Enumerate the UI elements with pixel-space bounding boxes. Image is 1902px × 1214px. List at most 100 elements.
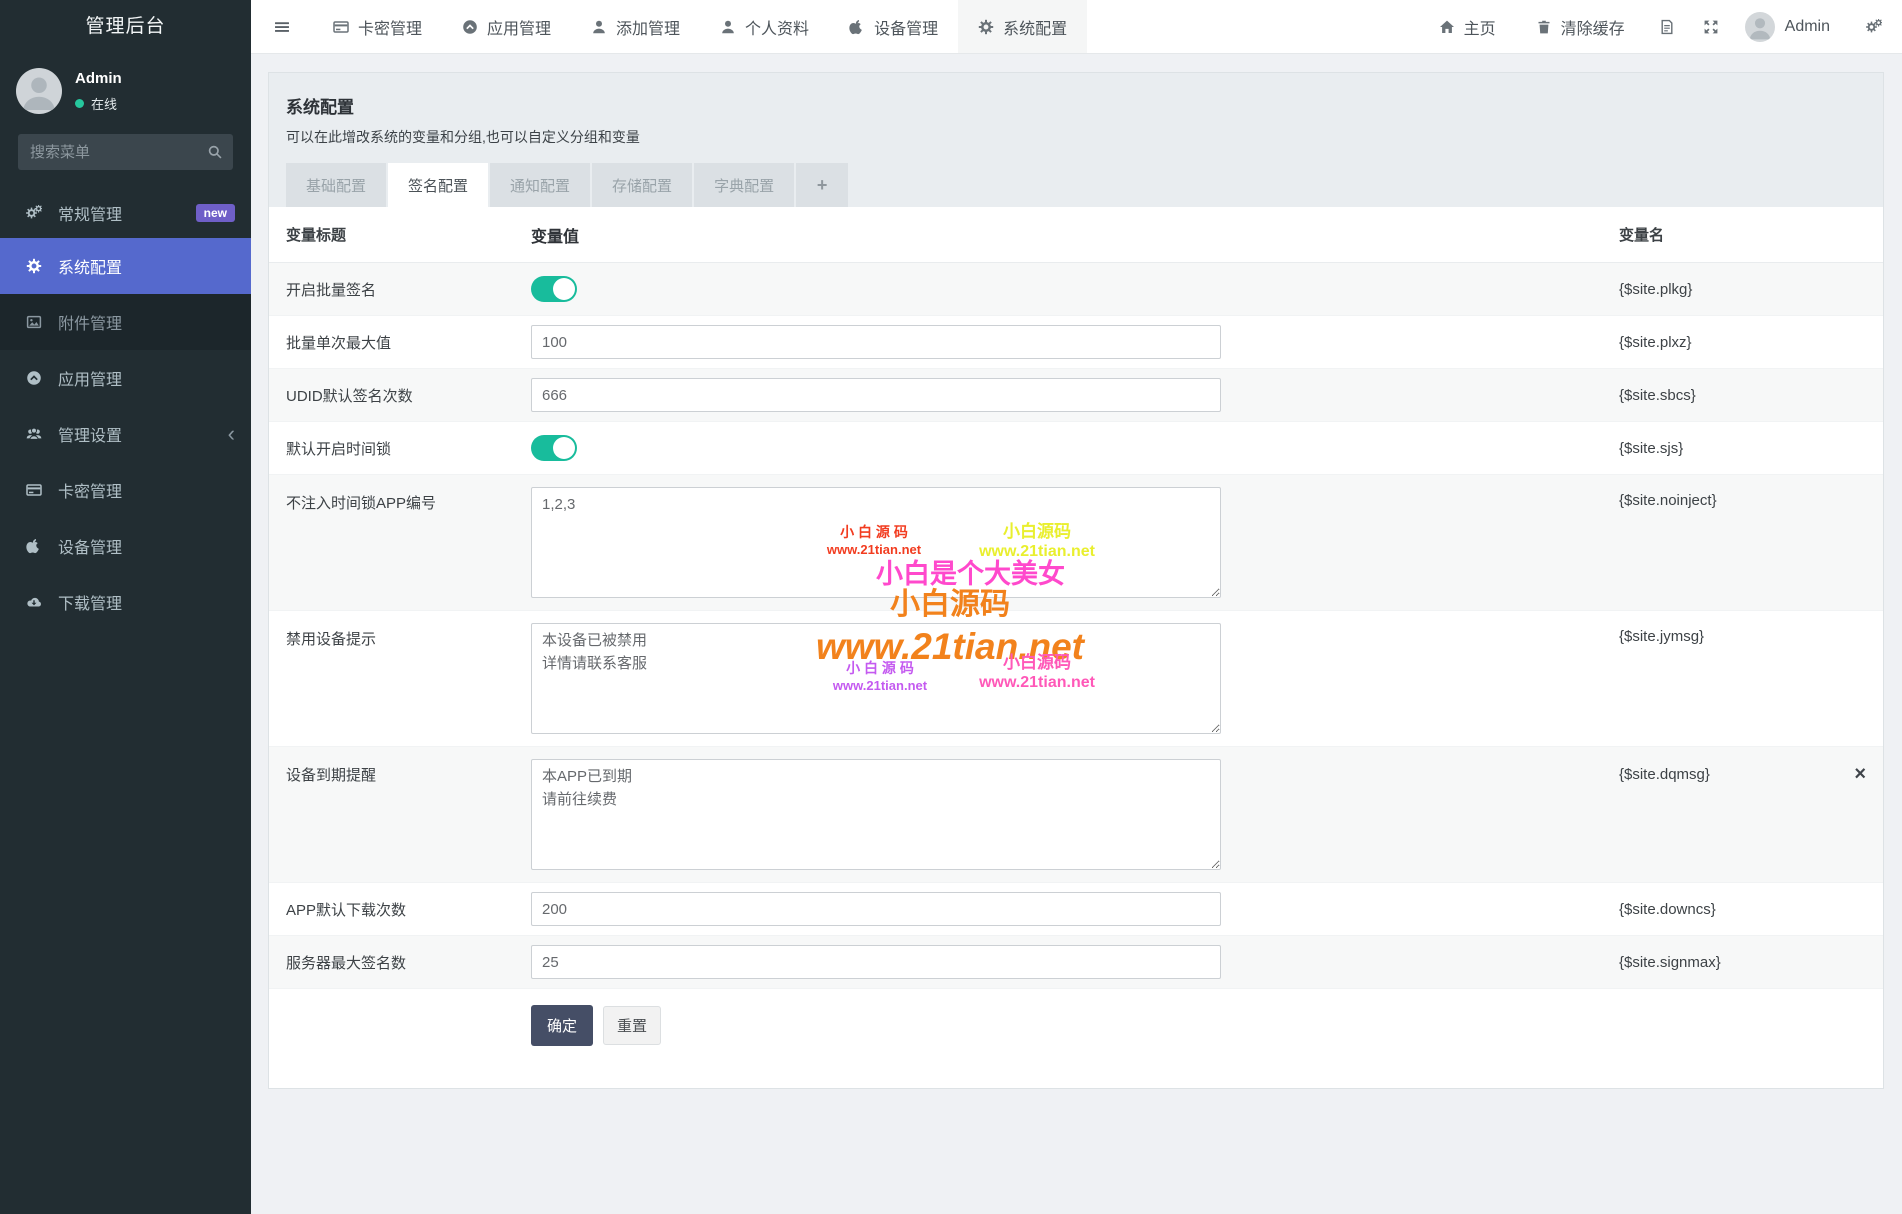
- table-row: 服务器最大签名数 {$site.signmax}: [269, 936, 1883, 989]
- tab-签名配置[interactable]: 签名配置: [388, 163, 489, 207]
- table-row: 设备到期提醒 本APP已到期 请前往续费 {$site.dqmsg} ×: [269, 747, 1883, 883]
- table-row: 批量单次最大值 {$site.plxz}: [269, 316, 1883, 369]
- navbar-item-label: 卡密管理: [358, 20, 423, 38]
- navbar-right: 主页 清除缓存 Admin: [1419, 0, 1902, 53]
- sidebar-item-apps[interactable]: 应用管理: [0, 350, 251, 406]
- tab-存储配置[interactable]: 存储配置: [592, 163, 693, 207]
- navbar-item-label: 个人资料: [745, 20, 810, 38]
- page-title: 系统配置: [286, 98, 354, 117]
- user-status-label: 在线: [91, 96, 118, 112]
- system-config-panel: 系统配置 可以在此增改系统的变量和分组,也可以自定义分组和变量 基础配置 签名配置…: [268, 72, 1884, 1089]
- navbar-item-apps[interactable]: 应用管理: [442, 0, 571, 53]
- table-row: 禁用设备提示 本设备已被禁用 详情请联系客服 {$site.jymsg}: [269, 611, 1883, 747]
- circle-up-icon: [462, 19, 478, 35]
- home-link[interactable]: 主页: [1419, 15, 1516, 39]
- remove-variable-icon[interactable]: ×: [1854, 764, 1866, 784]
- chevron-left-icon: ‹: [227, 421, 235, 446]
- navbar-item-add[interactable]: 添加管理: [571, 0, 700, 53]
- sidebar-item-attachments[interactable]: 附件管理: [0, 294, 251, 350]
- navbar-item-label: 设备管理: [874, 20, 939, 38]
- variable-name: {$site.jymsg}: [1619, 628, 1705, 645]
- user-icon: [591, 19, 607, 35]
- navbar-item-label: 应用管理: [487, 20, 552, 38]
- value-input[interactable]: [531, 325, 1221, 359]
- row-label: APP默认下载次数: [286, 901, 407, 919]
- sidebar-item-label: 常规管理: [58, 207, 123, 224]
- value-input[interactable]: [531, 892, 1221, 926]
- add-tab-button[interactable]: +: [796, 163, 849, 207]
- variable-name: {$site.dqmsg}: [1619, 765, 1710, 783]
- panel-header: 系统配置 可以在此增改系统的变量和分组,也可以自定义分组和变量: [269, 73, 1883, 147]
- home-icon: [1439, 19, 1455, 35]
- toggle-switch[interactable]: [531, 435, 577, 461]
- gear-icon: [26, 258, 43, 274]
- value-textarea[interactable]: 1,2,3: [531, 487, 1221, 598]
- tab-字典配置[interactable]: 字典配置: [694, 163, 795, 207]
- sidebar-item-label: 下载管理: [58, 596, 123, 613]
- online-dot: [75, 98, 84, 108]
- sidebar-item-label: 系统配置: [58, 260, 123, 277]
- form-actions: 确定 重置: [269, 989, 1883, 1052]
- navbar-item-cards[interactable]: 卡密管理: [313, 0, 442, 53]
- toggle-switch[interactable]: [531, 276, 577, 302]
- navbar-item-label: 系统配置: [1003, 20, 1068, 38]
- fullscreen-icon[interactable]: [1689, 0, 1733, 53]
- confirm-button[interactable]: 确定: [531, 1005, 594, 1046]
- navbar-item-label: 添加管理: [616, 20, 681, 38]
- reset-button[interactable]: 重置: [603, 1006, 662, 1045]
- sidebar-item-label: 设备管理: [58, 540, 123, 557]
- row-label: 开启批量签名: [286, 281, 377, 299]
- value-input[interactable]: [531, 945, 1221, 979]
- value-textarea[interactable]: 本设备已被禁用 详情请联系客服: [531, 623, 1221, 734]
- sidebar-item-downloads[interactable]: 下载管理: [0, 574, 251, 630]
- navbar-item-profile[interactable]: 个人资料: [700, 0, 829, 53]
- card-icon: [333, 19, 349, 35]
- navbar-item-devices[interactable]: 设备管理: [829, 0, 958, 53]
- row-label: 服务器最大签名数: [286, 954, 407, 972]
- sidebar-toggle-button[interactable]: [251, 0, 313, 53]
- navbar-item-system-config[interactable]: 系统配置: [958, 0, 1088, 53]
- image-icon: [26, 314, 43, 330]
- sidebar: 管理后台 Admin 在线 常规管理 new 系统配置附件管理应用管理管理设置 ‹ 卡密…: [0, 0, 251, 1214]
- col-header-value: 变量值: [531, 228, 580, 246]
- table-row: 不注入时间锁APP编号 1,2,3 {$site.noinject}: [269, 475, 1883, 611]
- variable-name: {$site.downcs}: [1619, 900, 1716, 918]
- variable-name: {$site.sjs}: [1619, 439, 1684, 457]
- settings-cogs-icon[interactable]: [1852, 0, 1886, 53]
- sidebar-item-system-config[interactable]: 系统配置: [0, 238, 251, 294]
- row-label: 默认开启时间锁: [286, 440, 392, 458]
- col-header-var: 变量名: [1619, 227, 1665, 244]
- sidebar-search: [18, 134, 233, 170]
- language-icon[interactable]: [1645, 0, 1689, 53]
- app-title: 管理后台: [85, 16, 166, 37]
- value-input[interactable]: [531, 378, 1221, 412]
- page-subtitle: 可以在此增改系统的变量和分组,也可以自定义分组和变量: [286, 129, 640, 145]
- config-table: 变量标题 变量值 变量名开启批量签名 {$site.plkg} 批量单次最大值 {$sit…: [269, 207, 1883, 989]
- apple-icon: [26, 538, 43, 554]
- tab-通知配置[interactable]: 通知配置: [490, 163, 591, 207]
- col-header-label: 变量标题: [286, 227, 347, 244]
- sidebar-item-label: 管理设置: [58, 428, 123, 445]
- table-row: UDID默认签名次数 {$site.sbcs}: [269, 369, 1883, 422]
- avatar[interactable]: [16, 68, 62, 114]
- user-name: Admin: [75, 69, 122, 87]
- sidebar-item-devices[interactable]: 设备管理: [0, 518, 251, 574]
- clear-cache-button[interactable]: 清除缓存: [1516, 15, 1645, 39]
- search-input[interactable]: [18, 134, 233, 170]
- navbar-tabs: 卡密管理 应用管理 添加管理 个人资料 设备管理 系统配置: [313, 0, 1088, 53]
- variable-name: {$site.sbcs}: [1619, 386, 1696, 404]
- sidebar-submenu: 系统配置附件管理: [0, 238, 251, 350]
- search-icon[interactable]: [207, 144, 223, 160]
- variable-name: {$site.plxz}: [1619, 333, 1692, 351]
- sidebar-item-general[interactable]: 常规管理 new: [0, 188, 251, 238]
- value-textarea[interactable]: 本APP已到期 请前往续费: [531, 759, 1221, 870]
- variable-name: {$site.noinject}: [1619, 492, 1717, 509]
- navbar-avatar[interactable]: [1744, 11, 1775, 42]
- admin-menu[interactable]: Admin: [1785, 18, 1830, 36]
- sidebar-menu: 常规管理 new 系统配置 附件管理 应用管理 管理设置 ‹ 卡密管理 设备管理 下载管理: [0, 188, 251, 630]
- cloud-down-icon: [26, 594, 43, 610]
- sidebar-item-admin-settings[interactable]: 管理设置 ‹: [0, 406, 251, 462]
- circle-up-dark-icon: [26, 370, 43, 386]
- tab-基础配置[interactable]: 基础配置: [286, 163, 387, 207]
- sidebar-item-cards[interactable]: 卡密管理: [0, 462, 251, 518]
